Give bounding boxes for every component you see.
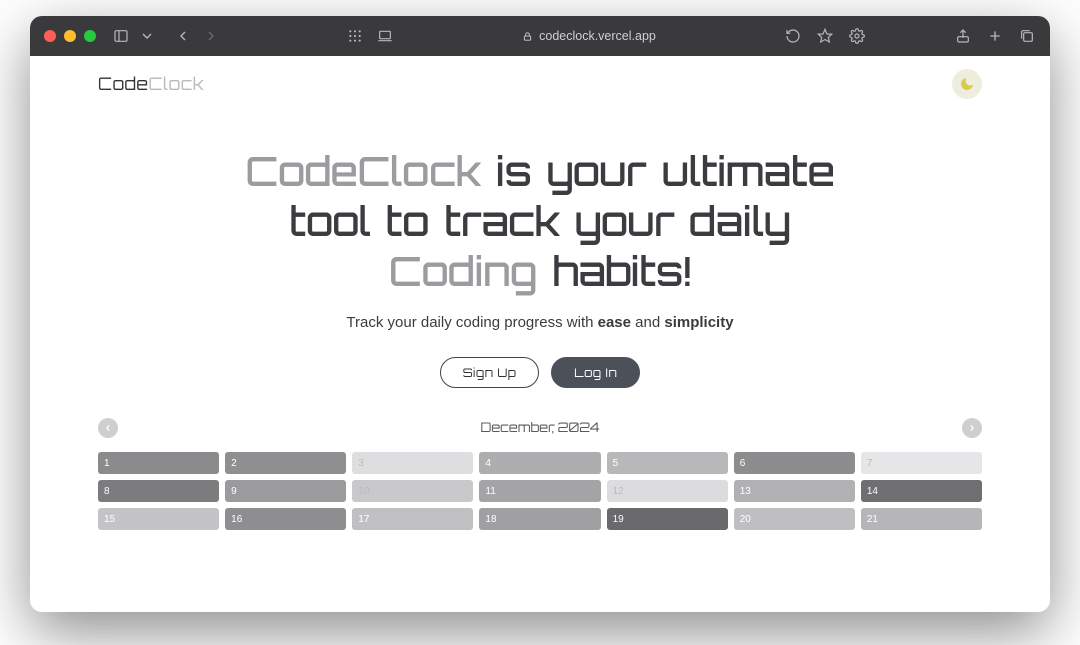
url-text: codeclock.vercel.app (539, 29, 656, 43)
calendar-day-cell[interactable]: 15 (98, 508, 219, 530)
calendar-section: December, 2024 1234567891011121314151617… (30, 396, 1050, 530)
cta-row: Sign Up Log In (90, 357, 990, 388)
tabs-overview-icon[interactable] (1018, 27, 1036, 45)
dropdown-chevron-icon[interactable] (138, 27, 156, 45)
calendar-day-cell[interactable]: 7 (861, 452, 982, 474)
calendar-title: December, 2024 (480, 420, 599, 436)
calendar-grid: 123456789101112131415161718192021 (98, 452, 982, 530)
close-window-button[interactable] (44, 30, 56, 42)
calendar-day-cell[interactable]: 12 (607, 480, 728, 502)
calendar-day-cell[interactable]: 3 (352, 452, 473, 474)
calendar-header: December, 2024 (98, 418, 982, 438)
refresh-icon[interactable] (784, 27, 802, 45)
calendar-day-cell[interactable]: 11 (479, 480, 600, 502)
calendar-day-cell[interactable]: 1 (98, 452, 219, 474)
calendar-day-cell[interactable]: 17 (352, 508, 473, 530)
page-content: CodeClock CodeClock is your ultimate too… (30, 56, 1050, 612)
login-button[interactable]: Log In (551, 357, 640, 388)
browser-window: codeclock.vercel.app (30, 16, 1050, 612)
calendar-day-cell[interactable]: 10 (352, 480, 473, 502)
settings-gear-icon[interactable] (848, 27, 866, 45)
new-tab-icon[interactable] (986, 27, 1004, 45)
sidebar-toggle-icon[interactable] (112, 27, 130, 45)
logo-text-a: Code (98, 74, 149, 95)
calendar-day-cell[interactable]: 6 (734, 452, 855, 474)
calendar-day-cell[interactable]: 13 (734, 480, 855, 502)
calendar-prev-button[interactable] (98, 418, 118, 438)
headline: CodeClock is your ultimate tool to track… (220, 146, 860, 296)
calendar-day-cell[interactable]: 21 (861, 508, 982, 530)
theme-toggle-button[interactable] (952, 69, 982, 99)
minimize-window-button[interactable] (64, 30, 76, 42)
calendar-day-cell[interactable]: 19 (607, 508, 728, 530)
headline-tail: habits! (537, 246, 691, 296)
forward-button[interactable] (202, 27, 220, 45)
site-logo[interactable]: CodeClock (98, 74, 204, 95)
address-bar[interactable]: codeclock.vercel.app (402, 29, 776, 43)
hero-section: CodeClock is your ultimate tool to track… (30, 112, 1050, 396)
bookmark-star-icon[interactable] (816, 27, 834, 45)
calendar-next-button[interactable] (962, 418, 982, 438)
calendar-day-cell[interactable]: 2 (225, 452, 346, 474)
subheadline: Track your daily coding progress with ea… (90, 314, 990, 331)
calendar-day-cell[interactable]: 5 (607, 452, 728, 474)
signup-button[interactable]: Sign Up (440, 357, 540, 388)
moon-icon (959, 76, 975, 92)
calendar-day-cell[interactable]: 9 (225, 480, 346, 502)
calendar-day-cell[interactable]: 14 (861, 480, 982, 502)
headline-word: Coding (389, 246, 537, 296)
lock-icon (522, 31, 533, 42)
window-controls (44, 30, 96, 42)
headline-brand: CodeClock (245, 146, 480, 196)
apps-grid-icon[interactable] (346, 27, 364, 45)
browser-toolbar: codeclock.vercel.app (30, 16, 1050, 56)
logo-text-b: Clock (149, 74, 205, 95)
calendar-day-cell[interactable]: 20 (734, 508, 855, 530)
maximize-window-button[interactable] (84, 30, 96, 42)
device-icon[interactable] (376, 27, 394, 45)
calendar-day-cell[interactable]: 18 (479, 508, 600, 530)
back-button[interactable] (174, 27, 192, 45)
share-icon[interactable] (954, 27, 972, 45)
site-header: CodeClock (30, 56, 1050, 112)
calendar-day-cell[interactable]: 16 (225, 508, 346, 530)
calendar-day-cell[interactable]: 8 (98, 480, 219, 502)
calendar-day-cell[interactable]: 4 (479, 452, 600, 474)
